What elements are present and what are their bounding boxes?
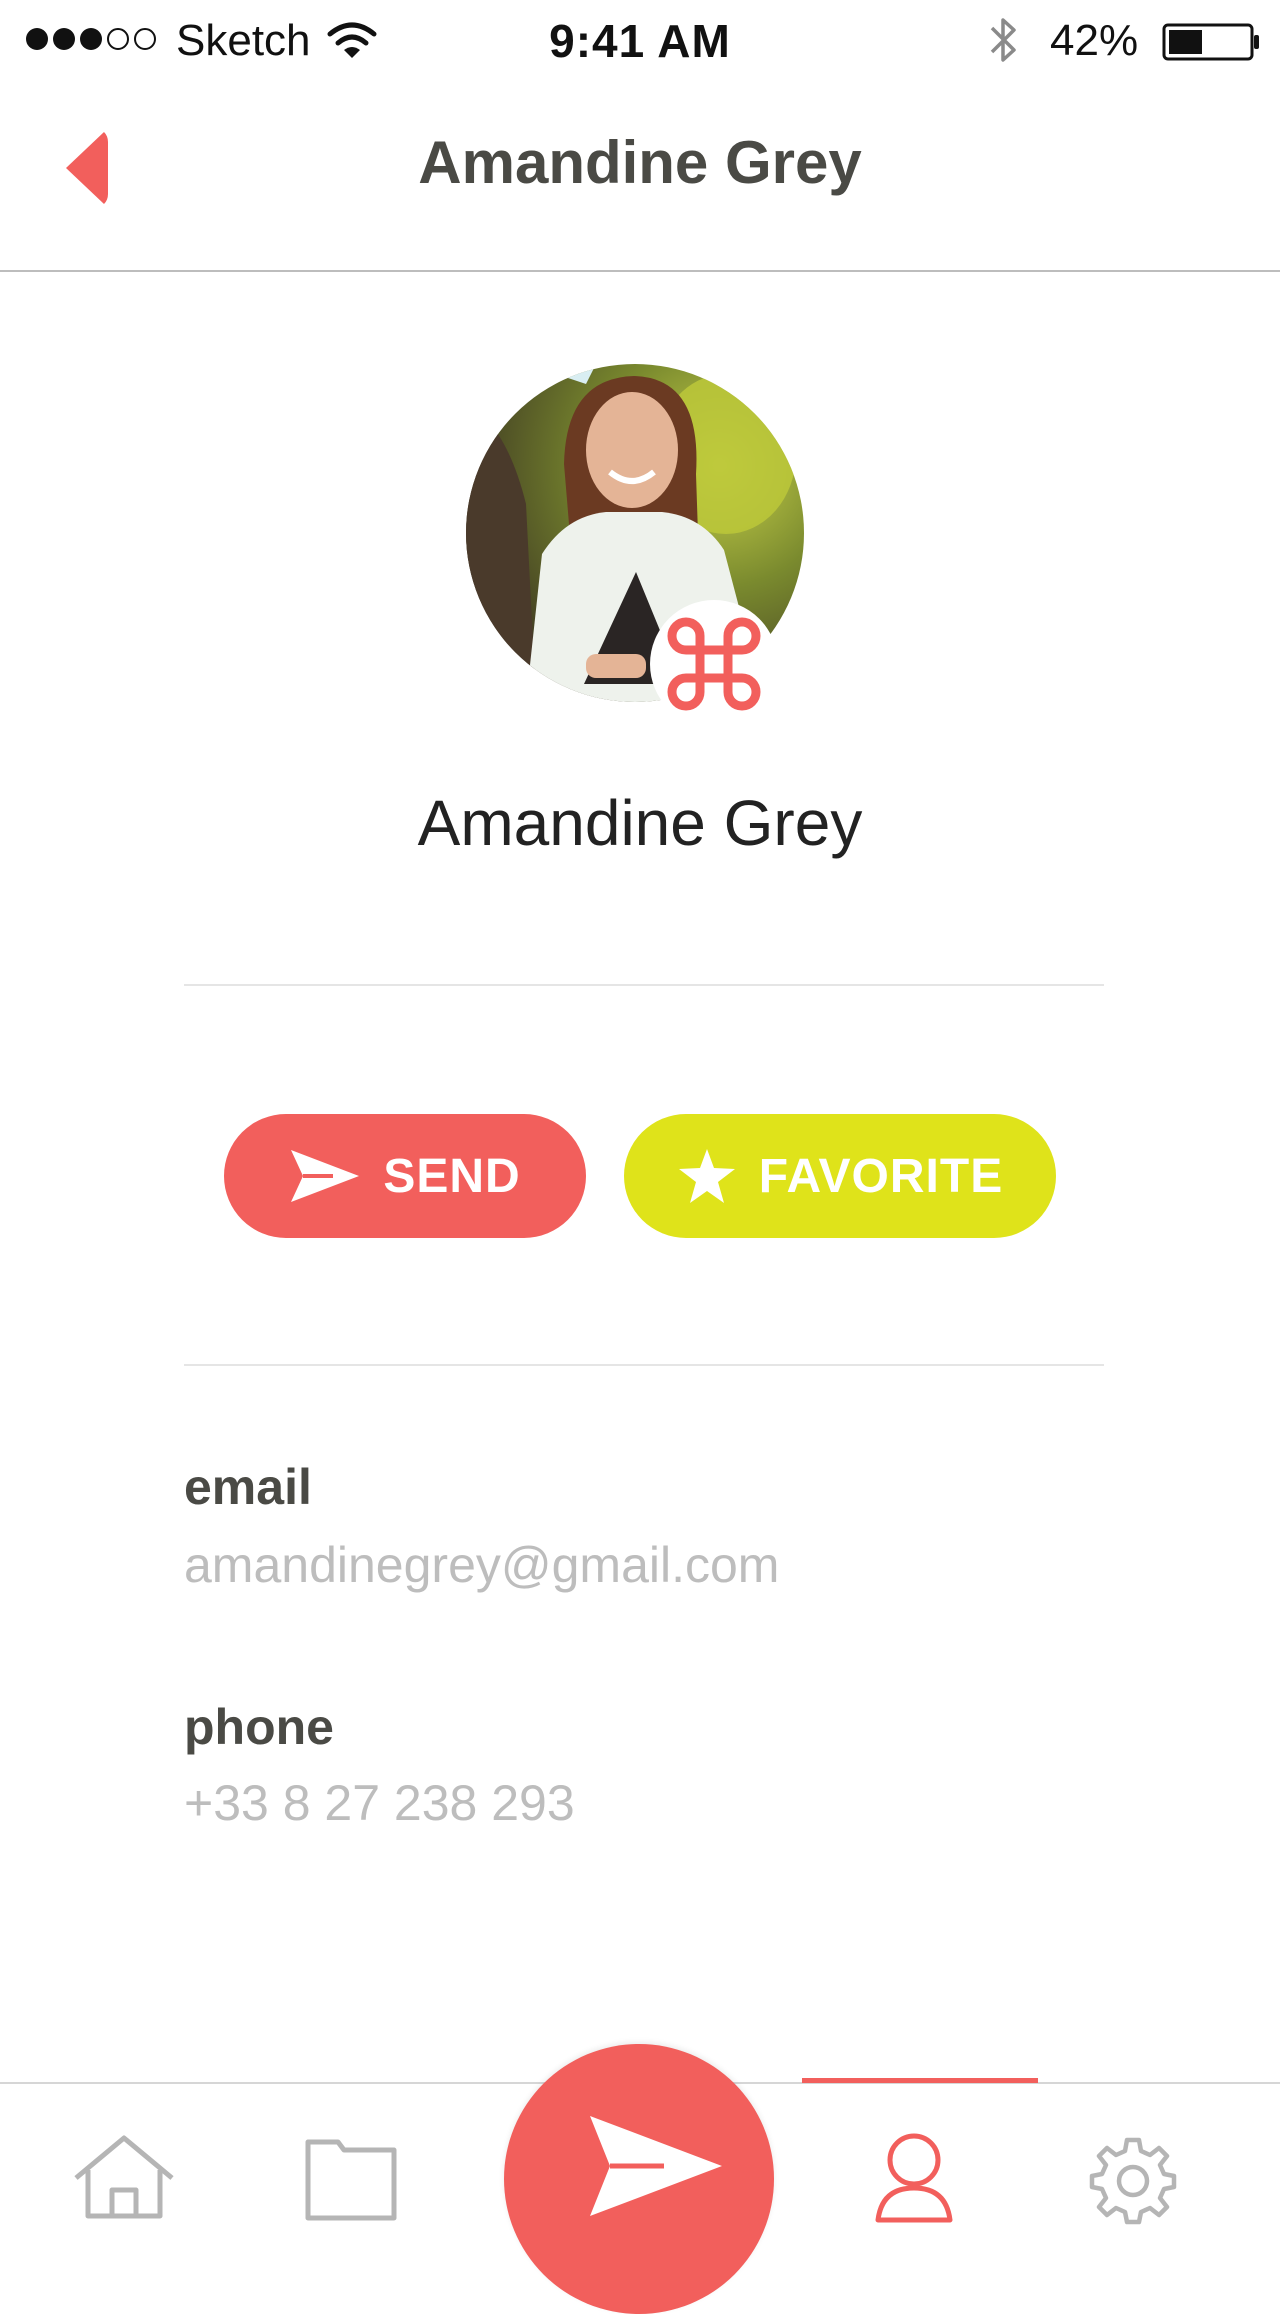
email-value[interactable]: amandinegrey@gmail.com <box>184 1536 779 1594</box>
divider <box>184 1364 1104 1366</box>
command-badge <box>650 600 778 728</box>
phone-label: phone <box>184 1699 334 1755</box>
tab-home[interactable] <box>72 2134 176 2225</box>
divider <box>184 984 1104 986</box>
favorite-button[interactable]: FAVORITE <box>624 1114 1056 1238</box>
profile-name: Amandine Grey <box>417 787 863 859</box>
send-button-label: SEND <box>383 1149 521 1203</box>
active-tab-indicator <box>802 2078 1038 2083</box>
gear-icon <box>1089 2137 1177 2225</box>
home-icon <box>74 2135 174 2219</box>
star-icon <box>678 1149 735 1203</box>
battery-icon <box>1162 23 1259 61</box>
folder-icon <box>305 2139 397 2221</box>
phone-value[interactable]: +33 8 27 238 293 <box>184 1774 575 1832</box>
email-label: email <box>184 1459 312 1515</box>
send-button[interactable]: SEND <box>224 1114 586 1238</box>
bluetooth-icon <box>990 18 1016 62</box>
user-icon <box>875 2133 953 2223</box>
navigation-header: Amandine Grey <box>0 80 1280 272</box>
profile-avatar-container <box>466 364 806 734</box>
tab-settings[interactable] <box>1088 2136 1178 2231</box>
tab-folder[interactable] <box>304 2138 398 2227</box>
page-title: Amandine Grey <box>418 129 862 196</box>
tab-profile[interactable] <box>874 2132 954 2229</box>
send-fab-button[interactable] <box>504 2044 774 2314</box>
status-bar: Sketch 9:41 AM 42% <box>0 0 1280 80</box>
command-icon <box>667 617 761 711</box>
paper-plane-icon <box>291 1150 360 1202</box>
favorite-button-label: FAVORITE <box>758 1149 1004 1203</box>
battery-percentage: 42% <box>1050 16 1139 65</box>
paper-plane-icon <box>590 2116 722 2216</box>
